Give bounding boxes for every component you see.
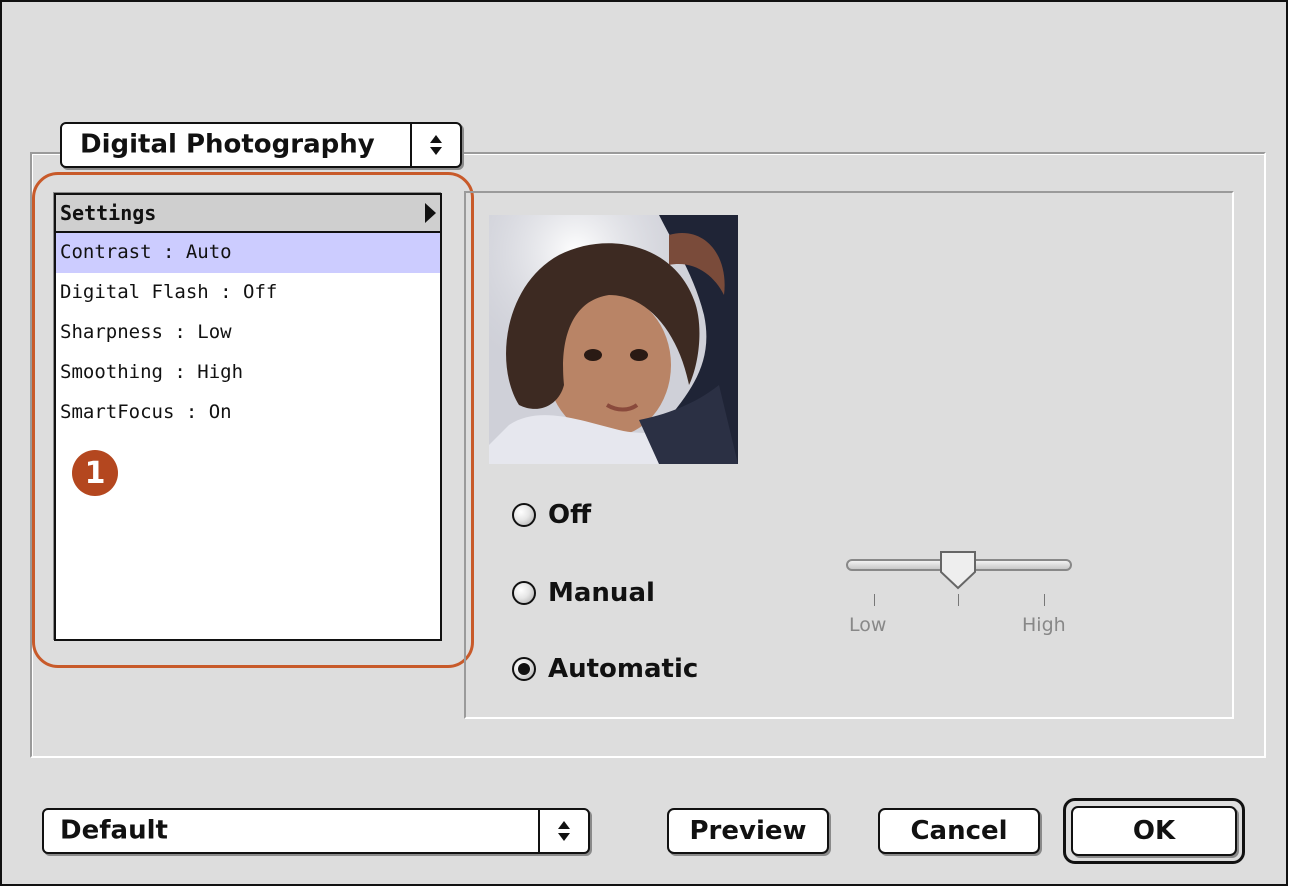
triangle-right-icon [425, 203, 436, 223]
list-item-smartfocus[interactable]: SmartFocus : On [56, 393, 440, 433]
slider-tick-low [874, 594, 875, 606]
radio-manual-label: Manual [548, 578, 655, 608]
ok-button[interactable]: OK [1071, 806, 1237, 856]
settings-list-header[interactable]: Settings [56, 195, 440, 233]
settings-list[interactable]: Settings Contrast : Auto Digital Flash :… [54, 193, 442, 641]
callout-number-badge: 1 [72, 450, 118, 496]
preset-popup[interactable]: Default [42, 808, 590, 854]
list-item-digital-flash[interactable]: Digital Flash : Off [56, 273, 440, 313]
updown-arrows-icon [538, 810, 588, 852]
slider-low-label: Low [849, 614, 887, 636]
radio-automatic-label: Automatic [548, 654, 699, 684]
slider-high-label: High [1022, 614, 1066, 636]
category-popup[interactable]: Digital Photography [60, 122, 462, 168]
slider-tick-high [1044, 594, 1045, 606]
radio-off[interactable] [512, 503, 536, 527]
preset-popup-label: Default [60, 815, 168, 846]
contrast-off-option[interactable]: Off [512, 500, 591, 530]
list-item-contrast[interactable]: Contrast : Auto [56, 233, 440, 273]
category-popup-label: Digital Photography [80, 129, 375, 160]
updown-arrows-icon [410, 124, 460, 166]
list-item-sharpness[interactable]: Sharpness : Low [56, 313, 440, 353]
contrast-automatic-option[interactable]: Automatic [512, 654, 698, 684]
list-item-smoothing[interactable]: Smoothing : High [56, 353, 440, 393]
settings-header-label: Settings [60, 201, 157, 225]
slider-thumb[interactable] [939, 550, 977, 590]
preview-button[interactable]: Preview [667, 808, 829, 854]
radio-off-label: Off [548, 500, 592, 530]
preview-photo [489, 215, 738, 464]
radio-manual[interactable] [512, 581, 536, 605]
contrast-manual-option[interactable]: Manual [512, 578, 655, 608]
cancel-button[interactable]: Cancel [878, 808, 1040, 854]
slider-tick-mid [958, 594, 959, 606]
radio-automatic[interactable] [512, 657, 536, 681]
